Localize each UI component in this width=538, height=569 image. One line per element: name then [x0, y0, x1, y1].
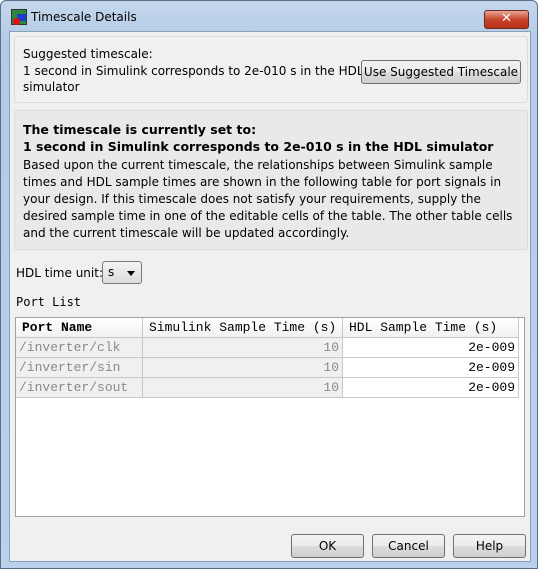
simulink-sample-time-cell[interactable]: 10 [143, 338, 343, 358]
hdl-sample-time-cell[interactable]: 2e-009 [343, 338, 519, 358]
simulink-sample-time-cell[interactable]: 10 [143, 378, 343, 398]
hdl-sample-time-cell[interactable]: 2e-009 [343, 378, 519, 398]
port-name-cell: /inverter/sout [16, 378, 143, 398]
window-title: Timescale Details [31, 10, 137, 24]
port-name-cell: /inverter/clk [16, 338, 143, 358]
table-body: /inverter/clk 10 2e-009/inverter/sin 10 2e-0… [16, 338, 524, 398]
ok-button[interactable]: OK [291, 534, 364, 558]
hdl-sample-time-cell[interactable]: 2e-009 [343, 358, 519, 378]
table-row: /inverter/sout 10 2e-009 [16, 378, 524, 398]
close-icon: ✕ [501, 11, 512, 26]
app-icon [11, 9, 27, 25]
hdl-time-unit-label: HDL time unit: [16, 266, 103, 280]
current-timescale-value: 1 second in Simulink corresponds to 2e-0… [23, 139, 494, 154]
hdl-time-unit-select[interactable]: s [102, 261, 142, 284]
port-list-table: Port Name Simulink Sample Time (s) HDL S… [15, 317, 525, 517]
simulink-sample-time-cell[interactable]: 10 [143, 358, 343, 378]
table-row: /inverter/clk 10 2e-009 [16, 338, 524, 358]
current-timescale-panel: The timescale is currently set to: 1 sec… [14, 110, 528, 250]
use-suggested-timescale-button[interactable]: Use Suggested Timescale [361, 60, 521, 84]
port-list-label: Port List [16, 295, 82, 309]
close-button[interactable]: ✕ [484, 10, 529, 29]
cancel-button[interactable]: Cancel [372, 534, 445, 558]
table-header: Port Name Simulink Sample Time (s) HDL S… [16, 318, 524, 338]
hdl-time-unit-value: s [108, 265, 115, 279]
port-name-cell: /inverter/sin [16, 358, 143, 378]
current-timescale-description: Based upon the current timescale, the re… [23, 158, 513, 240]
help-button[interactable]: Help [453, 534, 526, 558]
column-header[interactable]: Simulink Sample Time (s) [143, 318, 343, 338]
column-header[interactable]: Port Name [16, 318, 143, 338]
chevron-down-icon [127, 271, 135, 276]
table-row: /inverter/sin 10 2e-009 [16, 358, 524, 378]
suggested-timescale-panel: Suggested timescale: 1 second in Simulin… [14, 36, 528, 103]
current-timescale-heading: The timescale is currently set to: [23, 122, 257, 137]
dialog-content: Suggested timescale: 1 second in Simulin… [9, 31, 531, 562]
column-header[interactable]: HDL Sample Time (s) [343, 318, 519, 338]
timescale-details-window: Timescale Details ✕ Suggested timescale:… [0, 0, 538, 569]
